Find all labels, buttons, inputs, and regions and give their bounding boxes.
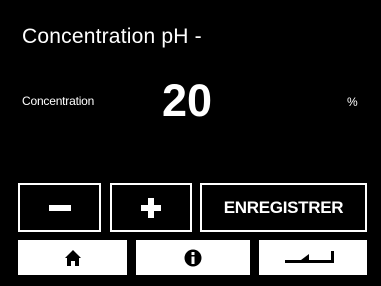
back-button[interactable] [259,240,367,275]
save-button-label: ENREGISTRER [223,197,344,217]
increase-button[interactable] [110,183,192,232]
back-arrow-icon [285,250,334,263]
unit-label: % [347,95,358,109]
decrease-button[interactable] [18,183,101,232]
info-icon [184,249,202,266]
save-button[interactable]: ENREGISTRER [200,183,367,232]
minus-icon [48,204,71,211]
plus-icon [141,197,161,218]
concentration-value: 20 [162,75,213,126]
info-button[interactable] [136,240,250,275]
home-icon [64,249,81,266]
page-title: Concentration pH - [22,25,202,48]
home-button[interactable] [18,240,127,275]
concentration-label: Concentration [22,94,95,108]
